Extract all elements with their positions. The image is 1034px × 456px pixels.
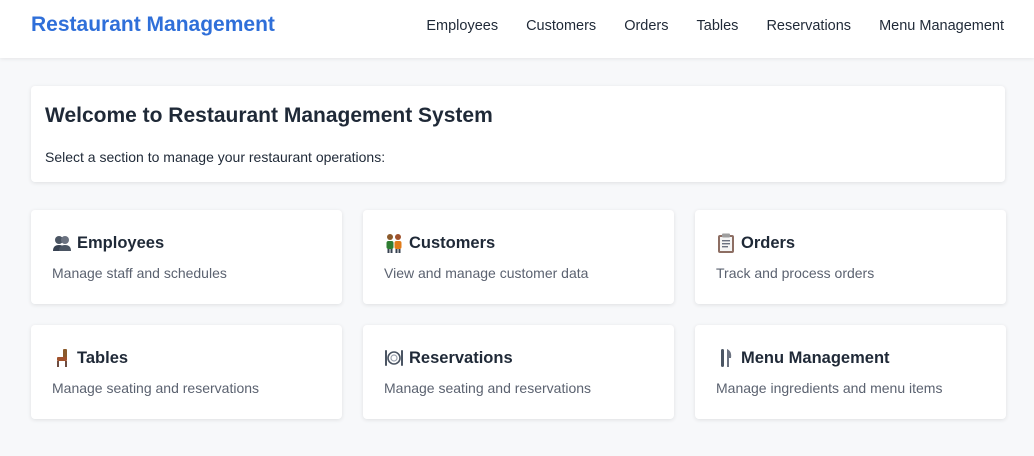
card-header: Menu Management (716, 348, 890, 368)
card-description: Manage seating and reservations (384, 380, 592, 396)
chair-icon (52, 348, 72, 368)
card-description: Manage staff and schedules (52, 265, 227, 281)
customers-icon (384, 233, 404, 253)
card-employees[interactable]: Employees Manage staff and schedules (31, 210, 342, 304)
nav-link-employees[interactable]: Employees (426, 18, 498, 34)
card-description: Manage ingredients and menu items (716, 380, 943, 396)
nav-links: Employees Customers Orders Tables Reserv… (426, 18, 1004, 34)
card-title: Menu Management (741, 348, 890, 367)
welcome-panel: Welcome to Restaurant Management System … (31, 86, 1005, 182)
plate-icon (384, 348, 404, 368)
card-title: Tables (77, 348, 129, 367)
brand-title[interactable]: Restaurant Management (31, 13, 275, 37)
people-icon (52, 233, 72, 253)
nav-link-reservations[interactable]: Reservations (766, 18, 851, 34)
card-customers[interactable]: Customers View and manage customer data (363, 210, 674, 304)
card-orders[interactable]: Orders Track and process orders (695, 210, 1006, 304)
section-grid: Employees Manage staff and schedules Cus… (31, 210, 1006, 419)
card-menu-management[interactable]: Menu Management Manage ingredients and m… (695, 325, 1006, 419)
welcome-subtitle: Select a section to manage your restaura… (45, 149, 386, 165)
card-tables[interactable]: Tables Manage seating and reservations (31, 325, 342, 419)
welcome-title: Welcome to Restaurant Management System (45, 104, 493, 127)
nav-link-orders[interactable]: Orders (624, 18, 668, 34)
top-navbar: Restaurant Management Employees Customer… (0, 0, 1034, 58)
card-header: Customers (384, 233, 495, 253)
card-description: Track and process orders (716, 265, 875, 281)
clipboard-icon (716, 233, 736, 253)
card-header: Tables (52, 348, 128, 368)
card-description: Manage seating and reservations (52, 380, 260, 396)
card-title: Employees (77, 233, 165, 252)
card-title: Reservations (409, 348, 513, 367)
nav-link-customers[interactable]: Customers (526, 18, 596, 34)
utensils-icon (716, 348, 736, 368)
card-title: Orders (741, 233, 796, 252)
nav-link-menu-management[interactable]: Menu Management (879, 18, 1004, 34)
card-reservations[interactable]: Reservations Manage seating and reservat… (363, 325, 674, 419)
card-header: Reservations (384, 348, 513, 368)
card-header: Employees (52, 233, 164, 253)
card-header: Orders (716, 233, 795, 253)
card-title: Customers (409, 233, 496, 252)
nav-link-tables[interactable]: Tables (697, 18, 739, 34)
card-description: View and manage customer data (384, 265, 589, 281)
